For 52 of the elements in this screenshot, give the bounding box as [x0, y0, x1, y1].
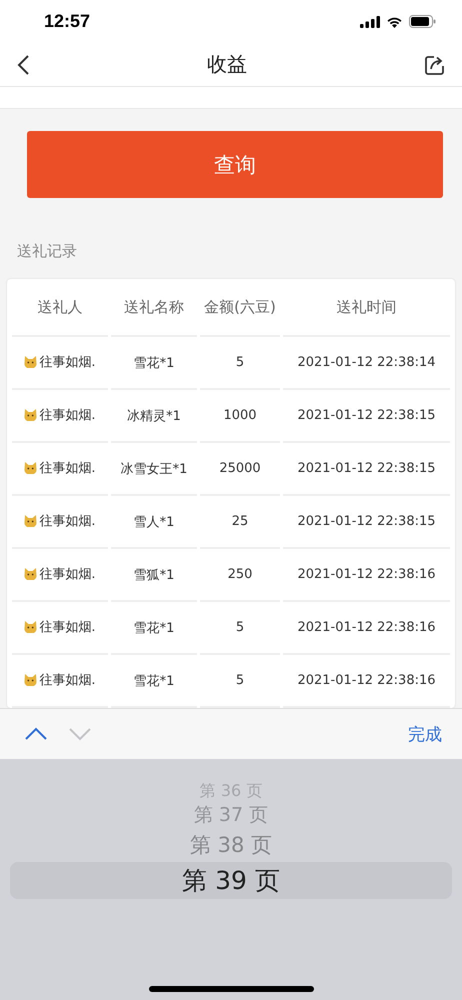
column-header: 送礼时间 — [283, 279, 450, 337]
table-cell: 25 — [232, 514, 248, 529]
table-cell: 雪花*1 — [134, 356, 174, 370]
table-cell: 25000 — [219, 461, 261, 476]
table-cell: 冰雪女王*1 — [120, 462, 188, 476]
table-cell: 雪花*1 — [134, 620, 174, 636]
back-icon[interactable] — [16, 54, 30, 76]
table-cell: 5 — [236, 673, 244, 688]
table-cell: 2021-01-12 22:38:16 — [297, 673, 436, 688]
wifi-icon — [386, 16, 403, 28]
picker-option[interactable]: 第 39 页 — [10, 862, 452, 900]
signal-icon — [360, 16, 380, 28]
table-cell: 雪狐*1 — [134, 568, 174, 582]
column-header: 送礼人 — [12, 279, 108, 337]
cat-icon — [24, 620, 38, 634]
cat-icon — [24, 461, 38, 474]
table-cell: 雪人*1 — [134, 514, 174, 530]
column-header: 金额(六豆) — [200, 279, 280, 337]
table-cell-text: 往事如烟. — [39, 512, 96, 530]
query-button[interactable]: 查询 — [27, 131, 443, 198]
share-icon[interactable] — [424, 54, 446, 76]
cat-icon — [24, 567, 38, 580]
cat-icon — [24, 514, 38, 528]
table-cell: 250 — [228, 567, 252, 582]
status-time: 12:57 — [44, 11, 92, 32]
table-cell: 5 — [236, 355, 244, 370]
table-cell: 2021-01-12 22:38:14 — [297, 355, 436, 370]
table-cell: 2021-01-12 22:38:15 — [297, 461, 436, 476]
page-title: 收益 — [206, 51, 248, 78]
table-cell-text: 往事如烟. — [39, 618, 96, 636]
table-cell-text: 往事如烟. — [39, 672, 96, 689]
section-title: 送礼记录 — [17, 242, 78, 261]
table-cell-text: 往事如烟. — [39, 460, 96, 477]
cat-icon — [24, 673, 38, 686]
battery-icon — [409, 15, 436, 28]
column-header: 送礼名称 — [111, 279, 197, 337]
table-cell: 2021-01-12 22:38:15 — [297, 408, 436, 423]
table-cell: 5 — [236, 620, 244, 635]
done-button[interactable]: 完成 — [408, 722, 442, 746]
cat-icon — [24, 408, 38, 422]
table-cell-text: 往事如烟. — [39, 354, 96, 371]
table-cell-text: 往事如烟. — [39, 406, 96, 424]
table-cell: 2021-01-12 22:38:16 — [297, 567, 436, 582]
cat-icon — [24, 355, 38, 368]
picker-option[interactable]: 第 38 页 — [190, 830, 272, 860]
table-cell: 2021-01-12 22:38:16 — [297, 620, 436, 635]
table-cell: 2021-01-12 22:38:15 — [297, 514, 436, 529]
picker-option[interactable]: 第 37 页 — [194, 802, 268, 830]
table-cell: 1000 — [223, 408, 257, 423]
table-cell-text: 往事如烟. — [39, 566, 96, 583]
table-cell: 雪花*1 — [134, 674, 174, 688]
table-cell: 冰精灵*1 — [127, 408, 181, 424]
